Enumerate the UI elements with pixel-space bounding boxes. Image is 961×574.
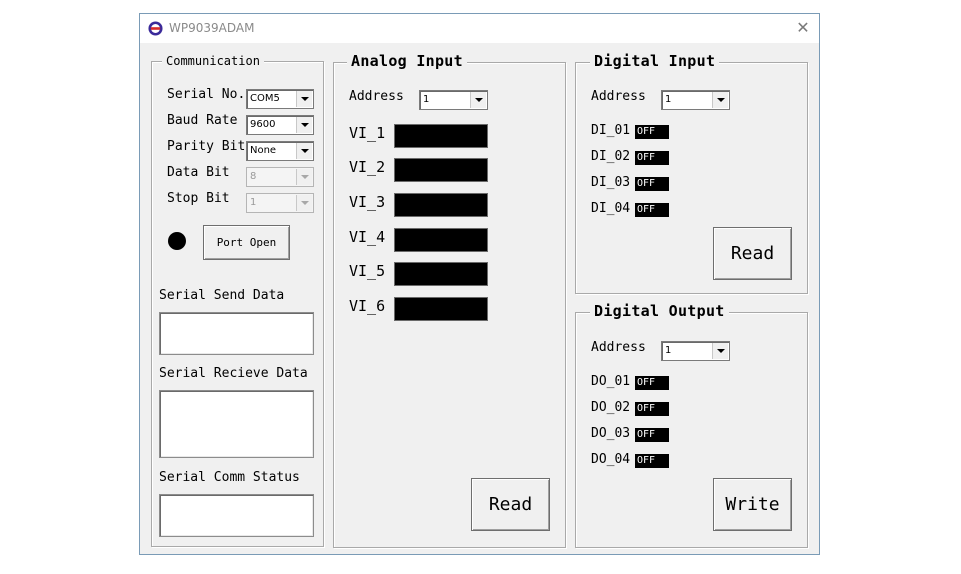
close-icon[interactable]: ✕ <box>792 17 814 39</box>
title-bar: WP9039ADAM ✕ <box>140 14 819 43</box>
vi-4-label: VI_4 <box>349 228 386 246</box>
vi-1-value <box>394 124 488 148</box>
baud-rate-select[interactable]: 9600 <box>246 115 314 135</box>
vi-4-value <box>394 228 488 252</box>
chevron-down-icon <box>296 169 312 185</box>
di-03-state: OFF <box>635 177 669 191</box>
di-01-label: DI_01 <box>591 123 631 138</box>
digital-input-group: Digital Input Address 1 DI_01 OFF DI_02 … <box>575 53 808 294</box>
di-01-state: OFF <box>635 125 669 139</box>
serial-no-label: Serial No. <box>167 87 246 102</box>
do-01-toggle[interactable]: OFF <box>635 376 669 390</box>
analog-input-group: Analog Input Address 1 VI_1 VI_2 VI_3 VI… <box>333 53 566 548</box>
port-open-button[interactable]: Port Open <box>203 225 290 260</box>
di-04-state: OFF <box>635 203 669 217</box>
parity-bit-select[interactable]: None <box>246 141 314 161</box>
serial-status-output[interactable] <box>159 494 314 537</box>
vi-6-label: VI_6 <box>349 297 386 315</box>
di-read-button[interactable]: Read <box>713 227 792 280</box>
do-address-select[interactable]: 1 <box>661 341 730 361</box>
chevron-down-icon[interactable] <box>712 92 728 108</box>
do-03-toggle[interactable]: OFF <box>635 428 669 442</box>
serial-receive-output[interactable] <box>159 390 314 458</box>
vi-2-label: VI_2 <box>349 158 386 176</box>
vi-2-value <box>394 158 488 182</box>
digital-output-group: Digital Output Address 1 DO_01 OFF DO_02… <box>575 303 808 548</box>
chevron-down-icon <box>296 195 312 211</box>
chevron-down-icon[interactable] <box>470 92 486 108</box>
chevron-down-icon[interactable] <box>296 91 312 107</box>
chevron-down-icon[interactable] <box>712 343 728 359</box>
data-bit-label: Data Bit <box>167 165 230 180</box>
serial-send-label: Serial Send Data <box>159 288 285 303</box>
di-02-state: OFF <box>635 151 669 165</box>
vi-5-value <box>394 262 488 286</box>
di-03-label: DI_03 <box>591 175 631 190</box>
ai-address-select[interactable]: 1 <box>419 90 488 110</box>
serial-receive-label: Serial Recieve Data <box>159 366 308 381</box>
di-address-label: Address <box>591 89 646 104</box>
port-status-indicator <box>168 232 186 250</box>
do-03-label: DO_03 <box>591 426 631 441</box>
communication-title: Communication <box>162 53 264 69</box>
do-write-button[interactable]: Write <box>713 478 792 531</box>
vi-1-label: VI_1 <box>349 124 386 142</box>
di-address-select[interactable]: 1 <box>661 90 730 110</box>
chevron-down-icon[interactable] <box>296 117 312 133</box>
di-02-label: DI_02 <box>591 149 631 164</box>
chevron-down-icon[interactable] <box>296 143 312 159</box>
do-02-label: DO_02 <box>591 400 631 415</box>
digital-input-title: Digital Input <box>590 53 720 69</box>
baud-rate-label: Baud Rate <box>167 113 238 128</box>
serial-no-select[interactable]: COM5 <box>246 89 314 109</box>
vi-3-value <box>394 193 488 217</box>
do-01-label: DO_01 <box>591 374 631 389</box>
analog-input-title: Analog Input <box>347 53 467 69</box>
app-window: WP9039ADAM ✕ Communication Serial No. CO… <box>139 13 820 555</box>
do-04-label: DO_04 <box>591 452 631 467</box>
serial-status-label: Serial Comm Status <box>159 470 300 485</box>
vi-6-value <box>394 297 488 321</box>
communication-group: Communication Serial No. COM5 Baud Rate … <box>151 53 324 547</box>
do-04-toggle[interactable]: OFF <box>635 454 669 468</box>
stop-bit-select: 1 <box>246 193 314 213</box>
ai-address-label: Address <box>349 89 404 104</box>
vi-5-label: VI_5 <box>349 262 386 280</box>
stop-bit-label: Stop Bit <box>167 191 230 206</box>
window-title: WP9039ADAM <box>169 21 255 35</box>
data-bit-select: 8 <box>246 167 314 187</box>
ai-read-button[interactable]: Read <box>471 478 550 531</box>
serial-send-input[interactable] <box>159 312 314 355</box>
vi-3-label: VI_3 <box>349 193 386 211</box>
do-02-toggle[interactable]: OFF <box>635 402 669 416</box>
digital-output-title: Digital Output <box>590 303 729 319</box>
do-address-label: Address <box>591 340 646 355</box>
app-logo-icon <box>148 21 163 36</box>
di-04-label: DI_04 <box>591 201 631 216</box>
parity-bit-label: Parity Bit <box>167 139 246 154</box>
